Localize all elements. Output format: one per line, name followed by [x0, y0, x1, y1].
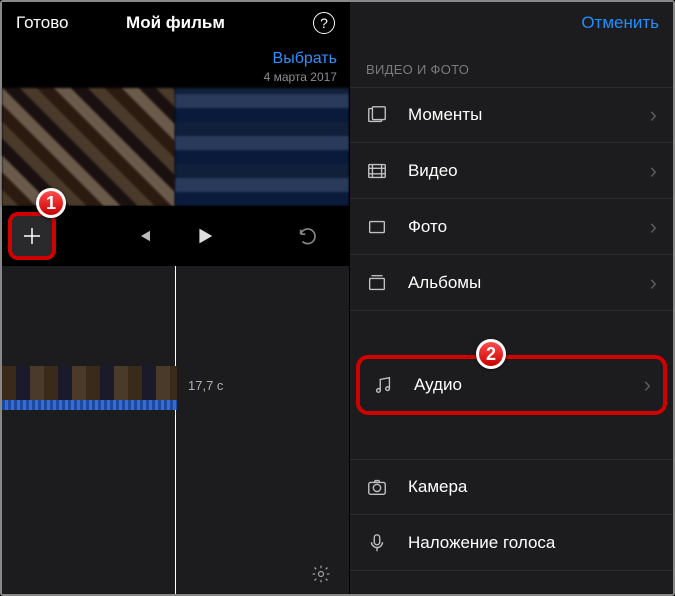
editor-header: Готово Мой фильм ? — [2, 2, 349, 44]
select-link[interactable]: Выбрать — [2, 50, 337, 68]
editor-panel: Готово Мой фильм ? Выбрать 4 марта 2017 … — [2, 2, 349, 594]
video-icon — [366, 160, 394, 182]
cancel-button[interactable]: Отменить — [581, 13, 659, 33]
playhead — [175, 266, 176, 594]
settings-icon[interactable] — [311, 564, 331, 584]
chevron-right-icon: › — [644, 372, 651, 398]
list-item-label: Наложение голоса — [394, 533, 657, 553]
photo-icon — [366, 216, 394, 238]
music-icon — [372, 374, 400, 396]
list-item-photo[interactable]: Фото › — [350, 199, 673, 255]
help-icon[interactable]: ? — [313, 12, 335, 34]
preview-thumb — [175, 88, 348, 206]
list-item-audio[interactable]: 2 Аудио › — [356, 355, 667, 415]
add-media-button[interactable] — [8, 212, 56, 260]
camera-icon — [366, 476, 394, 498]
list-item-label: Видео — [394, 161, 650, 181]
chevron-right-icon: › — [650, 270, 657, 296]
media-list: Моменты › Видео › Фото › — [350, 87, 673, 571]
callout-badge-1: 1 — [36, 188, 66, 218]
list-item-label: Фото — [394, 217, 650, 237]
list-item-label: Камера — [394, 477, 657, 497]
picker-header: Отменить — [350, 2, 673, 44]
list-item-video[interactable]: Видео › — [350, 143, 673, 199]
chevron-right-icon: › — [650, 158, 657, 184]
section-header: ВИДЕО И ФОТО — [350, 44, 673, 87]
timeline-clip[interactable] — [2, 366, 177, 410]
clip-duration: 17,7 c — [188, 378, 223, 393]
prev-icon[interactable] — [135, 227, 153, 245]
callout-badge-2: 2 — [476, 339, 506, 369]
clip-date: 4 марта 2017 — [2, 70, 337, 84]
play-icon[interactable] — [193, 225, 215, 247]
list-item-albums[interactable]: Альбомы › — [350, 255, 673, 311]
preview-thumb — [2, 88, 175, 206]
media-picker-panel: Отменить ВИДЕО И ФОТО Моменты › Видео › — [349, 2, 673, 594]
albums-icon — [366, 272, 394, 294]
select-date-block: Выбрать 4 марта 2017 — [2, 44, 349, 88]
list-item-voiceover[interactable]: Наложение голоса — [350, 515, 673, 571]
transport-bar: 1 — [2, 206, 349, 266]
done-button[interactable]: Готово — [16, 13, 69, 33]
moments-icon — [366, 104, 394, 126]
list-item-moments[interactable]: Моменты › — [350, 87, 673, 143]
microphone-icon — [366, 532, 394, 554]
list-item-label: Аудио — [400, 375, 644, 395]
timeline[interactable]: 17,7 c — [2, 266, 349, 594]
chevron-right-icon: › — [650, 102, 657, 128]
list-item-label: Альбомы — [394, 273, 650, 293]
undo-icon[interactable] — [297, 225, 319, 247]
chevron-right-icon: › — [650, 214, 657, 240]
list-item-camera[interactable]: Камера — [350, 459, 673, 515]
list-item-label: Моменты — [394, 105, 650, 125]
